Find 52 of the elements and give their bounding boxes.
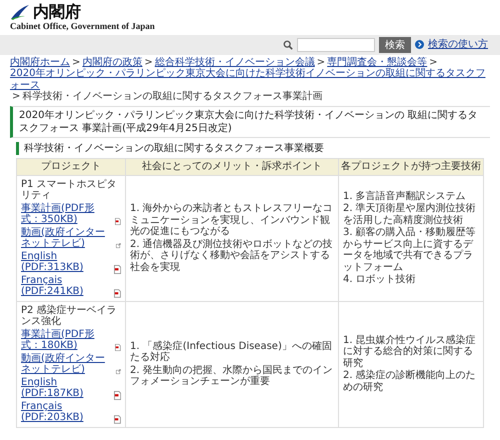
breadcrumb-link[interactable]: 総合科学技術・イノベーション会議 [154, 56, 315, 68]
merit-text: 2. 通信機器及び測位技術やロボットなどの技術が、さりげなく移動や会話をアシストする社会を実現 [130, 238, 334, 274]
search-button[interactable]: 検索 [379, 36, 411, 53]
pdf-icon [115, 342, 121, 352]
column-header: 各プロジェクトが持つ主要技術 [338, 158, 484, 176]
merit-text: 2. 発生動向の把握、水際から国民までのインフォメーションチェーンが重要 [130, 364, 334, 388]
technology-text: 2. 感染症の診断機能向上のための研究 [343, 370, 477, 394]
document-link[interactable]: 事業計画(PDF形式：180KB) [21, 328, 114, 352]
pdf-icon [114, 288, 121, 298]
search-field[interactable] [297, 38, 375, 52]
pdf-icon [114, 414, 121, 424]
pdf-icon [115, 216, 121, 226]
logo-text: 内閣府 [33, 3, 81, 22]
document-link[interactable]: Français (PDF:241KB) [21, 274, 112, 298]
search-help-link[interactable]: 検索の使い方 [428, 38, 488, 50]
project-name: P1 スマートホスピタリティ [21, 178, 118, 202]
external-link-icon [116, 366, 121, 376]
breadcrumb-separator: > [316, 56, 326, 68]
external-link-icon [116, 240, 121, 250]
document-link[interactable]: 動画(政府インターネットテレビ) [21, 226, 114, 250]
page-title: 2020年オリンピック・パラリンピック東京大会に向けた科学技術・イノベーションの 取組に関するタスクフォース 事業計画(平成29年4月25日改定) [10, 106, 490, 138]
breadcrumb-link[interactable]: 内閣府の政策 [82, 56, 142, 68]
document-link[interactable]: English (PDF:313KB) [21, 250, 112, 274]
pdf-icon [114, 390, 121, 400]
pdf-icon [114, 264, 121, 274]
technology-text: 3. 顧客の購入品・移動履歴等からサービス向上に資するデータを地域で共有できるプラットフォーム [343, 227, 477, 274]
document-link[interactable]: English (PDF:187KB) [21, 376, 112, 400]
technology-text: 1. 多言語音声翻訳システム [343, 190, 467, 202]
logo-subtitle: Cabinet Office, Government of Japan [10, 21, 156, 32]
breadcrumb-separator: > [12, 91, 20, 102]
project-name: P2 感染症サーベイランス強化 [21, 304, 118, 328]
technology-text: 4. ロボット技術 [343, 274, 417, 286]
arrow-circle-icon [415, 40, 424, 50]
breadcrumb-link[interactable]: 専門調査会・懇談会等 [327, 56, 428, 68]
breadcrumb-separator: > [429, 56, 438, 68]
column-header: プロジェクト [16, 158, 126, 176]
column-header: 社会にとってのメリット・訴求ポイント [126, 158, 338, 176]
breadcrumb-separator: > [144, 56, 153, 68]
section-title: 科学技術・イノベーションの取組に関するタスクフォース事業概要 [16, 142, 484, 156]
technology-text: 2. 準天頂衛星や屋内測位技術を活用した高精度測位技術 [343, 203, 477, 226]
breadcrumb-link[interactable]: 内閣府ホーム [10, 56, 70, 68]
breadcrumb-separator: > [72, 56, 80, 68]
document-link[interactable]: 事業計画(PDF形式：350KB) [21, 202, 114, 226]
technology-text: 1. 昆虫媒介性ウイルス感染症に対する総合的対策に関する研究 [343, 334, 477, 370]
merit-text: 1. 海外からの来訪者ともストレスフリーなコミュニケーションを実現し、インバウンド観光の促進にもつながる [130, 203, 334, 238]
breadcrumb-current: 科学技術・イノベーションの取組に関するタスクフォース事業計画 [22, 91, 322, 102]
document-link[interactable]: 動画(政府インターネットテレビ) [21, 352, 114, 376]
logo-icon [10, 4, 30, 20]
document-link[interactable]: Français (PDF:203KB) [21, 400, 112, 424]
search-icon [283, 40, 293, 50]
breadcrumb-link[interactable]: 2020年オリンピック・パラリンピック東京大会に向けた科学技術イノベーションの取組に関するタスクフォース [10, 68, 490, 92]
merit-text: 1. 「感染症(Infectious Disease)」への確固たる対応 [130, 340, 333, 364]
